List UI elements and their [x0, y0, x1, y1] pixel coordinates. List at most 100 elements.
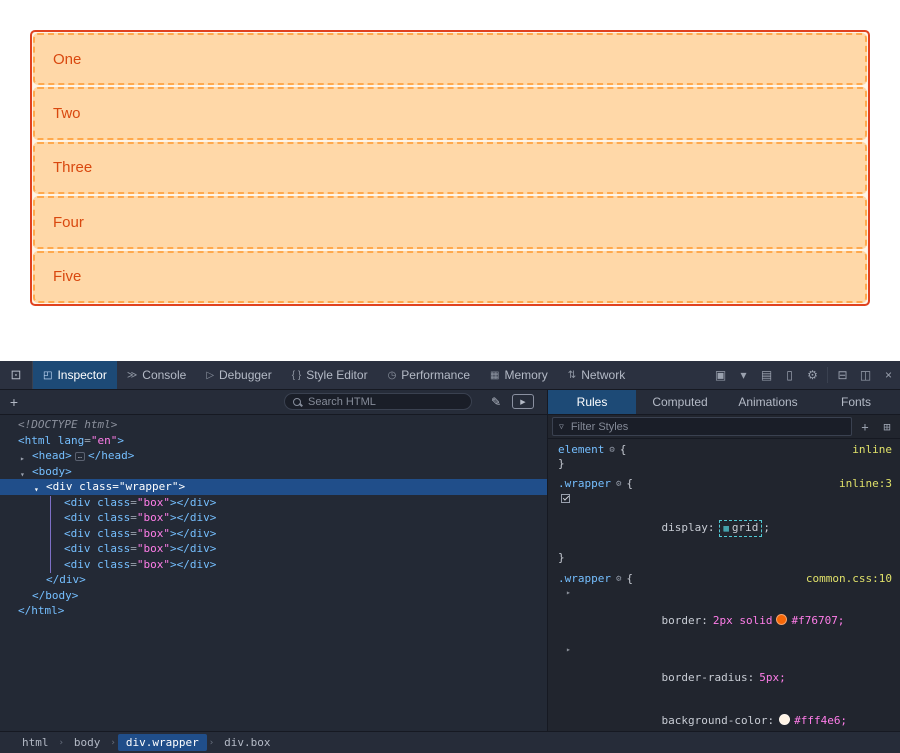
chevron-right-icon: › — [59, 738, 64, 748]
breadcrumb-html[interactable]: html — [14, 734, 57, 751]
tab-label: Debugger — [219, 368, 272, 382]
dock-bottom-icon[interactable]: ⊟ — [831, 361, 854, 389]
rules-list: element ⚙ { inline } .wrapper ⚙ { inline… — [548, 439, 900, 731]
search-icon — [293, 398, 301, 406]
add-rule-icon[interactable]: + — [856, 420, 874, 434]
markup-line-box[interactable]: <div class="box"></div> — [0, 557, 547, 573]
filter-styles-input[interactable] — [569, 420, 845, 434]
search-html-box[interactable] — [284, 393, 472, 410]
markup-line-body-close[interactable]: </body> — [0, 588, 547, 604]
device-icon[interactable]: ▯ — [778, 361, 801, 389]
stylesheet-link[interactable]: inline — [852, 443, 892, 457]
devtools-subbar: + ✎ ▶ Rules Computed Animations Fonts — [0, 390, 900, 415]
tab-memory[interactable]: ▦ Memory — [480, 361, 558, 389]
declaration-background-color[interactable]: background-color:#fff4e6; — [558, 699, 892, 731]
pick-element-icon: ⊡ — [11, 367, 22, 383]
tab-console[interactable]: ≫ Console — [117, 361, 197, 389]
grid-box-label: Five — [53, 268, 81, 285]
grid-box-five: Five — [33, 251, 867, 303]
rulers-icon[interactable]: ▤ — [755, 361, 778, 389]
dropdown-caret-icon[interactable]: ▾ — [732, 361, 755, 389]
pseudo-class-panel-icon[interactable]: ⊞ — [878, 420, 896, 434]
tab-computed[interactable]: Computed — [636, 390, 724, 414]
tab-style-editor[interactable]: { } Style Editor — [282, 361, 378, 389]
rule-wrapper-inline: .wrapper ⚙ { inline:3 display:▦grid; } — [548, 477, 900, 565]
markup-line-html-open[interactable]: <html lang="en"> — [0, 433, 547, 449]
expand-arrow-icon[interactable]: ▸ — [566, 586, 571, 600]
add-node-button[interactable]: + — [0, 390, 28, 414]
filter-styles-box[interactable]: ▽ — [552, 417, 852, 436]
markup-line-html-close[interactable]: </html> — [0, 603, 547, 619]
rule-selector-line[interactable]: element ⚙ { inline — [558, 443, 892, 457]
grid-box-one: One — [33, 33, 867, 85]
grid-box-label: Two — [53, 105, 81, 122]
markup-view: <!DOCTYPE html> <html lang="en"> ▸<head>… — [0, 415, 548, 731]
devtools-content: <!DOCTYPE html> <html lang="en"> ▸<head>… — [0, 415, 900, 731]
markup-line-box[interactable]: <div class="box"></div> — [0, 541, 547, 557]
grid-box-two: Two — [33, 87, 867, 139]
style-editor-icon: { } — [292, 370, 301, 381]
search-input[interactable] — [306, 395, 463, 409]
rule-element: element ⚙ { inline } — [548, 443, 900, 471]
devtools-toolbar: ⊡ ◰ Inspector ≫ Console ▷ Debugger { } S… — [0, 361, 900, 390]
markup-line-body-open[interactable]: ▾<body> — [0, 464, 547, 480]
collapsed-content-pill[interactable]: … — [75, 452, 85, 461]
breadcrumb-body[interactable]: body — [66, 734, 109, 751]
grid-value-badge[interactable]: ▦grid — [719, 520, 762, 537]
color-swatch-fff4e6[interactable] — [779, 714, 790, 725]
tab-fonts[interactable]: Fonts — [812, 390, 900, 414]
paint-flashing-button[interactable]: ▶ — [512, 394, 534, 409]
tab-label: Memory — [504, 368, 547, 382]
gear-icon[interactable]: ⚙ — [616, 572, 621, 586]
breadcrumb-div-wrapper[interactable]: div.wrapper — [118, 734, 207, 751]
gear-icon[interactable]: ⚙ — [616, 477, 621, 491]
close-icon[interactable]: × — [877, 361, 900, 389]
markup-line-box[interactable]: <div class="box"></div> — [0, 526, 547, 542]
tab-label: Performance — [401, 368, 470, 382]
markup-line-wrapper-close[interactable]: </div> — [0, 572, 547, 588]
grid-box-label: Three — [53, 159, 92, 176]
grid-box-three: Three — [33, 142, 867, 194]
pick-element-button[interactable]: ⊡ — [0, 361, 33, 389]
gear-icon[interactable]: ⚙ — [609, 443, 614, 457]
responsive-design-mode-icon[interactable]: ▣ — [709, 361, 732, 389]
markup-line-box[interactable]: <div class="box"></div> — [0, 495, 547, 511]
grid-wrapper: One Two Three Four Five — [30, 30, 870, 306]
console-icon: ≫ — [127, 370, 137, 381]
play-icon: ▶ — [520, 398, 525, 406]
toolbar-separator — [827, 367, 828, 383]
debugger-icon: ▷ — [206, 370, 214, 381]
markup-line-head[interactable]: ▸<head>…</head> — [0, 448, 547, 464]
color-swatch-f76707[interactable] — [776, 614, 787, 625]
grid-box-label: One — [53, 51, 81, 68]
devtools-panel: ⊡ ◰ Inspector ≫ Console ▷ Debugger { } S… — [0, 361, 900, 753]
rule-selector-line[interactable]: .wrapper ⚙ { common.css:10 — [558, 572, 892, 586]
rule-selector-line[interactable]: .wrapper ⚙ { inline:3 — [558, 477, 892, 491]
grid-highlighter-icon[interactable]: ▦ — [723, 524, 728, 534]
stylesheet-link[interactable]: inline:3 — [839, 477, 892, 491]
tab-inspector[interactable]: ◰ Inspector — [33, 361, 117, 389]
markup-toolbar: + ✎ ▶ — [0, 390, 548, 414]
tab-network[interactable]: ⇅ Network — [558, 361, 635, 389]
declaration-border[interactable]: ▸ border:2px solid#f76707; — [558, 586, 892, 643]
performance-icon: ◷ — [388, 370, 397, 381]
declaration-checkbox[interactable] — [561, 494, 570, 503]
sidebar-tabs: Rules Computed Animations Fonts — [548, 390, 900, 414]
stylesheet-link[interactable]: common.css:10 — [806, 572, 892, 586]
markup-line-doctype[interactable]: <!DOCTYPE html> — [0, 417, 547, 433]
tab-debugger[interactable]: ▷ Debugger — [196, 361, 281, 389]
declaration-border-radius[interactable]: ▸ border-radius:5px; — [558, 643, 892, 700]
dock-side-icon[interactable]: ◫ — [854, 361, 877, 389]
tab-animations[interactable]: Animations — [724, 390, 812, 414]
tab-rules[interactable]: Rules — [548, 390, 636, 414]
settings-icon[interactable]: ⚙ — [801, 361, 824, 389]
declaration-display[interactable]: display:▦grid; — [558, 492, 892, 552]
grid-box-label: Four — [53, 214, 84, 231]
grid-box-four: Four — [33, 196, 867, 248]
breadcrumb-div-box[interactable]: div.box — [216, 734, 278, 751]
markup-line-wrapper-open[interactable]: ▾<div class="wrapper"> — [0, 479, 547, 495]
tab-performance[interactable]: ◷ Performance — [378, 361, 480, 389]
eyedropper-icon[interactable]: ✎ — [486, 392, 506, 412]
markup-line-box[interactable]: <div class="box"></div> — [0, 510, 547, 526]
expand-arrow-icon[interactable]: ▸ — [566, 643, 571, 657]
